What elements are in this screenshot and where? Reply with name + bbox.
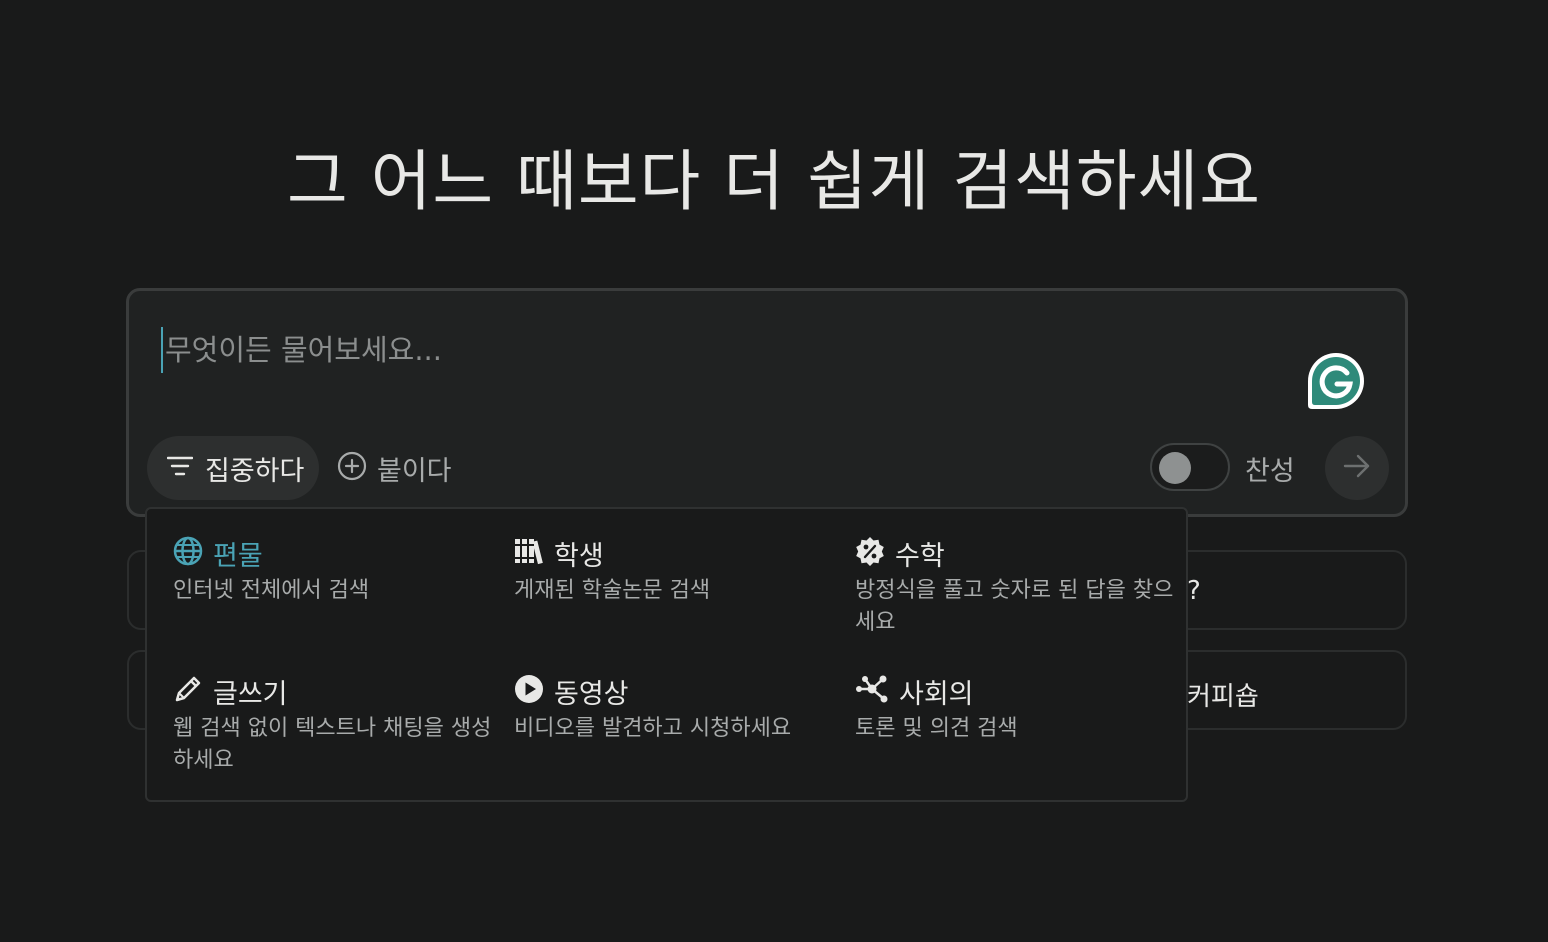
focus-dropdown: 편물 인터넷 전체에서 검색 학생 게재된 학술논문 검색 수학 방정식을 풀고… [145, 507, 1188, 802]
focus-option-writing[interactable]: 글쓰기 웹 검색 없이 텍스트나 채팅을 생성하세요 [173, 673, 493, 777]
grammarly-icon[interactable] [1306, 351, 1366, 411]
focus-option-title: 동영상 [554, 678, 629, 710]
page-title: 그 어느 때보다 더 쉽게 검색하세요 [287, 143, 1261, 220]
attach-button-label: 붙이다 [377, 455, 452, 487]
arrow-right-icon [1343, 454, 1371, 482]
focus-button-label: 집중하다 [205, 455, 305, 487]
pro-toggle-label: 찬성 [1245, 456, 1295, 487]
focus-option-description: 게재된 학술논문 검색 [514, 578, 711, 603]
focus-option-description: 비디오를 발견하고 시청하세요 [514, 716, 792, 741]
suggestion-text: ? [1187, 576, 1201, 606]
submit-button[interactable] [1325, 436, 1389, 500]
focus-option-title: 글쓰기 [213, 678, 288, 710]
focus-option-title: 학생 [554, 540, 604, 572]
search-box: 집중하다 붙이다 찬성 [126, 288, 1408, 517]
plus-circle-icon [337, 451, 367, 485]
books-icon [514, 536, 544, 570]
globe-icon [173, 536, 203, 570]
focus-option-title: 편물 [213, 540, 263, 572]
pencil-icon [173, 674, 203, 708]
filter-icon [166, 455, 194, 481]
percent-badge-icon [855, 536, 885, 570]
focus-option-math[interactable]: 수학 방정식을 풀고 숫자로 된 답을 찾으세요 [855, 535, 1175, 639]
focus-option-description: 방정식을 풀고 숫자로 된 답을 찾으세요 [855, 578, 1174, 635]
focus-option-video[interactable]: 동영상 비디오를 발견하고 시청하세요 [514, 673, 834, 745]
focus-option-description: 토론 및 의견 검색 [855, 716, 1018, 741]
focus-option-academic[interactable]: 학생 게재된 학술논문 검색 [514, 535, 834, 607]
pro-toggle[interactable] [1150, 443, 1230, 491]
focus-option-description: 웹 검색 없이 텍스트나 채팅을 생성하세요 [173, 716, 492, 773]
focus-button[interactable]: 집중하다 [147, 436, 319, 500]
focus-option-title: 사회의 [899, 678, 974, 710]
focus-option-web[interactable]: 편물 인터넷 전체에서 검색 [173, 535, 493, 607]
search-input[interactable] [161, 327, 1267, 373]
focus-option-title: 수학 [895, 540, 945, 572]
attach-button[interactable]: 붙이다 [337, 436, 452, 500]
suggestion-text: 커피숍 [1187, 682, 1259, 712]
focus-option-description: 인터넷 전체에서 검색 [173, 578, 370, 603]
play-icon [514, 674, 544, 708]
page: 그 어느 때보다 더 쉽게 검색하세요 ? 커피숍 집중하다 [0, 0, 1548, 942]
network-icon [855, 674, 889, 708]
focus-option-social[interactable]: 사회의 토론 및 의견 검색 [855, 673, 1175, 745]
toggle-knob [1159, 452, 1191, 484]
